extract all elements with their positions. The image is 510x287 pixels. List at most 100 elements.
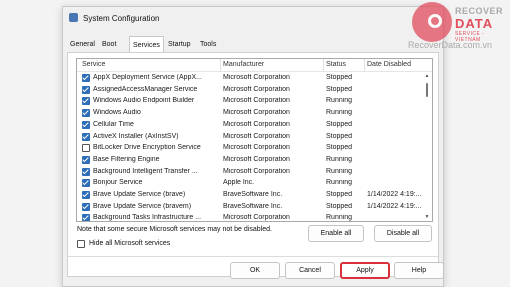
manufacturer-cell: Microsoft Corporation <box>223 132 290 140</box>
watermark: RECOVER DATA SERVICE - VIETNAM RecoverDa… <box>408 0 510 58</box>
window-title: System Configuration <box>83 14 160 23</box>
status-cell: Stopped <box>326 85 353 93</box>
table-row[interactable]: Windows Audio Microsoft Corporation Runnin… <box>77 107 432 119</box>
column-divider[interactable] <box>323 59 324 71</box>
manufacturer-cell: Microsoft Corporation <box>223 144 290 152</box>
service-checkbox[interactable] <box>82 191 90 199</box>
app-icon <box>69 13 78 22</box>
status-cell: Stopped <box>326 120 353 128</box>
magnifier-icon <box>428 14 442 28</box>
service-checkbox[interactable] <box>82 144 90 153</box>
table-row[interactable]: Background Intelligent Transfer ... Micro… <box>77 166 432 178</box>
service-name: Cellular Time <box>93 120 134 128</box>
status-cell: Stopped <box>326 132 353 140</box>
status-cell: Running <box>326 97 353 105</box>
status-cell: Stopped <box>326 191 353 198</box>
service-name: Windows Audio <box>93 109 141 117</box>
service-name: AppX Deployment Service (AppX... <box>93 74 202 81</box>
tab-services[interactable]: Services <box>129 36 164 53</box>
watermark-url: RecoverData.com.vn <box>408 40 493 50</box>
service-checkbox[interactable] <box>82 97 90 106</box>
status-cell: Running <box>326 214 353 222</box>
service-checkbox[interactable] <box>82 214 90 221</box>
manufacturer-cell: Microsoft Corporation <box>223 109 290 117</box>
service-checkbox[interactable] <box>82 167 90 176</box>
service-name: Brave Update Service (bravem) <box>93 202 192 210</box>
ok-button[interactable]: OK <box>230 262 280 279</box>
manufacturer-cell: Microsoft Corporation <box>223 97 290 105</box>
table-row[interactable]: AssignedAccessManager Service Microsoft C… <box>77 84 432 96</box>
service-checkbox[interactable] <box>82 109 90 118</box>
scroll-thumb[interactable] <box>426 83 428 97</box>
status-cell: Running <box>326 155 353 163</box>
table-row[interactable]: AppX Deployment Service (AppX... Microsof… <box>77 72 432 84</box>
date-disabled-cell: 1/14/2022 4:19:... <box>367 202 422 210</box>
column-header-service[interactable]: Service <box>82 61 105 68</box>
status-cell: Stopped <box>326 74 353 81</box>
scroll-up-icon[interactable]: ▲ <box>423 72 431 80</box>
service-name: Background Tasks Infrastructure ... <box>93 214 202 222</box>
service-checkbox[interactable] <box>82 202 90 211</box>
enable-all-button[interactable]: Enable all <box>308 225 364 242</box>
manufacturer-cell: Microsoft Corporation <box>223 74 290 81</box>
service-checkbox[interactable] <box>82 179 90 188</box>
tab-general[interactable]: General <box>67 38 98 52</box>
hide-microsoft-services-checkbox[interactable] <box>77 240 85 248</box>
services-panel: Service Manufacturer Status Date Disable… <box>67 52 444 279</box>
column-header-status[interactable]: Status <box>326 61 346 68</box>
service-name: ActiveX Installer (AxInstSV) <box>93 132 179 140</box>
service-checkbox[interactable] <box>82 132 90 141</box>
status-cell: Running <box>326 167 353 175</box>
table-row[interactable]: Brave Update Service (bravem) BraveSoftwa… <box>77 201 432 213</box>
column-divider[interactable] <box>220 59 221 71</box>
cancel-button[interactable]: Cancel <box>285 262 335 279</box>
manufacturer-cell: BraveSoftware Inc. <box>223 191 283 198</box>
table-row[interactable]: Background Tasks Infrastructure ... Micro… <box>77 212 432 222</box>
service-name: Brave Update Service (brave) <box>93 191 186 198</box>
panel-divider <box>68 256 438 257</box>
tab-tools[interactable]: Tools <box>197 38 219 52</box>
table-row[interactable]: ActiveX Installer (AxInstSV) Microsoft Co… <box>77 131 432 143</box>
table-row[interactable]: Bonjour Service Apple Inc. Running <box>77 177 432 189</box>
manufacturer-cell: Microsoft Corporation <box>223 167 290 175</box>
hide-microsoft-services-label: Hide all Microsoft services <box>89 240 171 247</box>
disable-all-button[interactable]: Disable all <box>374 225 432 242</box>
status-cell: Stopped <box>326 144 353 152</box>
watermark-logo <box>412 2 452 42</box>
service-name: Base Filtering Engine <box>93 155 160 163</box>
manufacturer-cell: Microsoft Corporation <box>223 155 290 163</box>
list-header: Service Manufacturer Status Date Disable… <box>77 59 432 72</box>
column-header-date-disabled[interactable]: Date Disabled <box>367 61 411 68</box>
tab-boot[interactable]: Boot <box>99 38 119 52</box>
help-button[interactable]: Help <box>394 262 444 279</box>
table-row[interactable]: BitLocker Drive Encryption Service Micros… <box>77 142 432 154</box>
manufacturer-cell: Microsoft Corporation <box>223 214 290 222</box>
scroll-down-icon[interactable]: ▼ <box>423 213 431 221</box>
column-header-manufacturer[interactable]: Manufacturer <box>223 61 264 68</box>
services-list[interactable]: Service Manufacturer Status Date Disable… <box>76 58 433 222</box>
manufacturer-cell: Microsoft Corporation <box>223 85 290 93</box>
manufacturer-cell: BraveSoftware Inc. <box>223 202 283 210</box>
vertical-scrollbar[interactable]: ▲ ▼ <box>423 72 431 221</box>
table-row[interactable]: Base Filtering Engine Microsoft Corporati… <box>77 154 432 166</box>
service-checkbox[interactable] <box>82 120 90 129</box>
table-row[interactable]: Cellular Time Microsoft Corporation Stoppe… <box>77 119 432 131</box>
column-divider[interactable] <box>364 59 365 71</box>
manufacturer-cell: Apple Inc. <box>223 179 255 187</box>
service-checkbox[interactable] <box>82 74 90 82</box>
date-disabled-cell: 1/14/2022 4:19:... <box>367 191 422 198</box>
service-checkbox[interactable] <box>82 155 90 164</box>
table-row[interactable]: Windows Audio Endpoint Builder Microsoft … <box>77 95 432 107</box>
apply-button[interactable]: Apply <box>340 262 390 279</box>
service-name: BitLocker Drive Encryption Service <box>93 144 201 152</box>
watermark-text-data: DATA <box>455 16 494 31</box>
service-name: Background Intelligent Transfer ... <box>93 167 198 175</box>
manufacturer-cell: Microsoft Corporation <box>223 120 290 128</box>
tab-startup[interactable]: Startup <box>165 38 194 52</box>
watermark-text-recover: RECOVER <box>455 6 504 16</box>
secure-services-note: Note that some secure Microsoft services… <box>77 226 272 233</box>
system-configuration-dialog: System Configuration General Boot Servic… <box>62 6 444 287</box>
service-checkbox[interactable] <box>82 85 90 94</box>
status-cell: Running <box>326 109 353 117</box>
table-row[interactable]: Brave Update Service (brave) BraveSoftwar… <box>77 189 432 201</box>
